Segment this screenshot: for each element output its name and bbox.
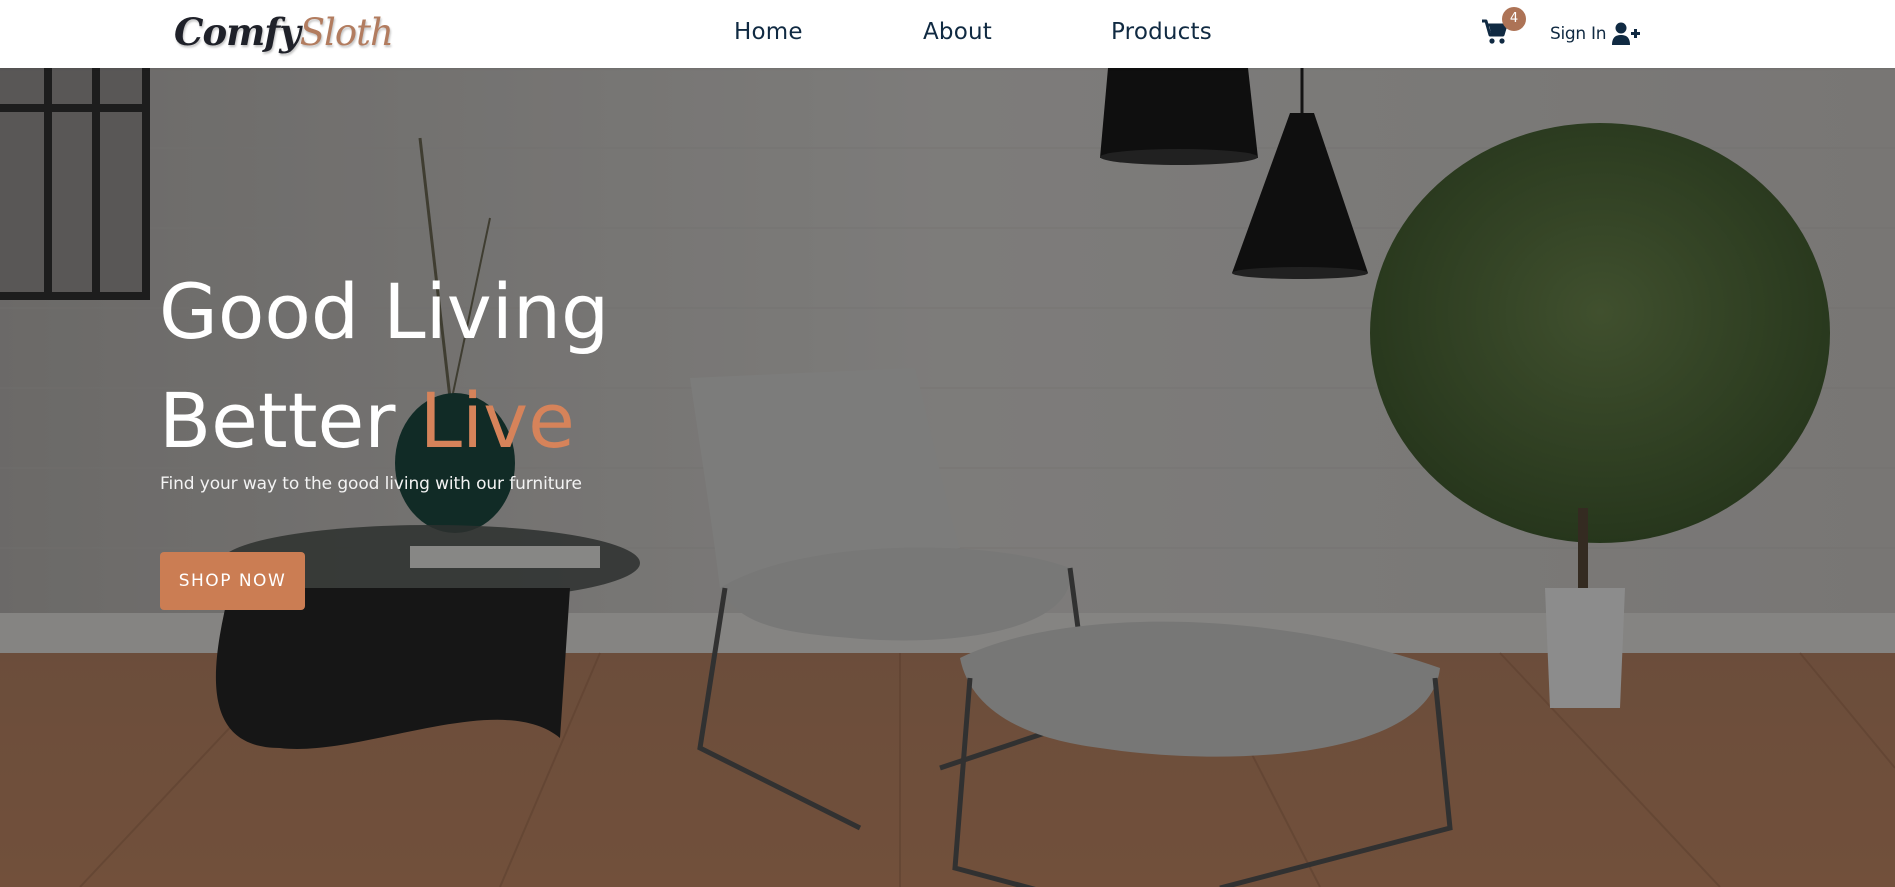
hero-title-line-1: Good Living: [159, 267, 610, 356]
logo-part-2: Sloth: [299, 11, 394, 54]
nav-link-products[interactable]: Products: [1111, 19, 1212, 45]
logo[interactable]: ComfySloth: [174, 8, 394, 57]
hero-title-accent: Live: [419, 376, 575, 465]
shop-now-button[interactable]: SHOP NOW: [160, 552, 305, 610]
cart-count-badge: 4: [1502, 7, 1526, 31]
user-plus-icon: [1612, 22, 1641, 45]
navbar: ComfySloth Home About Products 4 Sign In: [0, 0, 1895, 68]
logo-part-1: Comfy: [174, 10, 301, 54]
hero-title-line-2: Better Live: [159, 376, 575, 466]
sign-in-label: Sign In: [1550, 24, 1607, 44]
hero-section: Good Living Better Live Find your way to…: [0, 68, 1895, 887]
sign-in-button[interactable]: Sign In: [1550, 20, 1641, 48]
hero-title-prefix: Better: [159, 376, 396, 465]
nav-link-home[interactable]: Home: [734, 19, 803, 45]
nav-link-about[interactable]: About: [923, 19, 992, 45]
hero-subtitle: Find your way to the good living with ou…: [160, 474, 582, 494]
